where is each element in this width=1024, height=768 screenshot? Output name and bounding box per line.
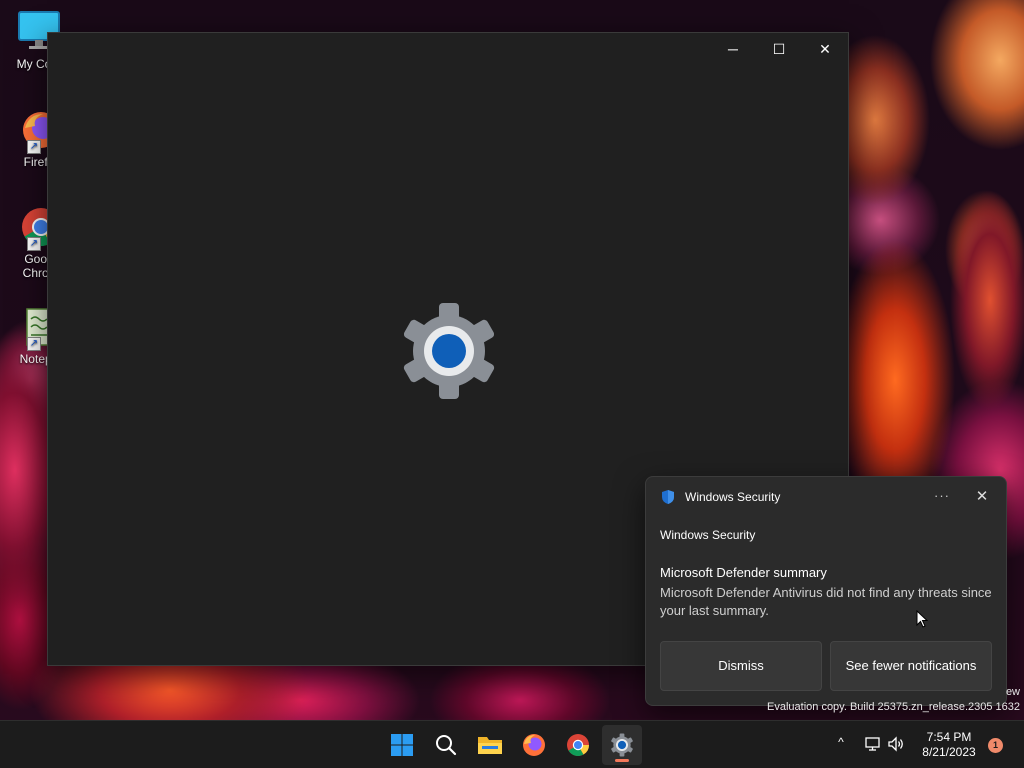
clock-date: 8/21/2023 xyxy=(922,745,976,759)
notification-toast[interactable]: Windows Security ··· ✕ Windows Security … xyxy=(645,476,1007,706)
more-options-button[interactable]: ··· xyxy=(932,487,952,507)
shortcut-arrow-icon: ↗ xyxy=(27,337,41,351)
search-icon xyxy=(436,735,457,756)
maximize-button[interactable]: ☐ xyxy=(756,33,802,65)
window-controls: ─ ☐ ✕ xyxy=(710,33,848,65)
volume-icon[interactable] xyxy=(887,735,905,753)
taskbar: ^ 7:54 PM 8/21/2023 1 xyxy=(0,720,1024,768)
close-button[interactable]: ✕ xyxy=(802,33,848,65)
chrome-icon xyxy=(567,734,589,756)
watermark-text: ew xyxy=(1005,686,1020,698)
toast-subheader: Windows Security xyxy=(660,528,756,542)
system-clock[interactable]: 7:54 PM 8/21/2023 xyxy=(914,730,984,760)
toast-header: Windows Security xyxy=(660,489,780,505)
minimize-button[interactable]: ─ xyxy=(710,33,756,65)
shield-icon xyxy=(662,490,674,504)
taskbar-settings-button[interactable] xyxy=(602,725,642,765)
mouse-cursor-icon xyxy=(916,610,928,628)
dismiss-button[interactable]: Dismiss xyxy=(660,641,822,691)
see-fewer-notifications-button[interactable]: See fewer notifications xyxy=(830,641,992,691)
taskbar-file-explorer-button[interactable] xyxy=(470,725,510,765)
toast-body: Microsoft Defender Antivirus did not fin… xyxy=(660,585,992,618)
shortcut-arrow-icon: ↗ xyxy=(27,140,41,154)
active-app-indicator xyxy=(615,759,629,762)
taskbar-firefox-button[interactable] xyxy=(514,725,554,765)
settings-gear-icon xyxy=(399,301,499,401)
watermark-build-text: Evaluation copy. Build 25375.zn_release.… xyxy=(767,701,1020,713)
clock-time: 7:54 PM xyxy=(926,730,972,744)
toast-app-name: Windows Security xyxy=(685,490,781,504)
show-hidden-icons-button[interactable]: ^ xyxy=(832,735,850,753)
toast-title: Microsoft Defender summary xyxy=(660,565,827,580)
notification-count-badge[interactable]: 1 xyxy=(988,738,1003,753)
network-icon[interactable] xyxy=(864,735,882,753)
taskbar-search-button[interactable] xyxy=(426,725,466,765)
firefox-icon xyxy=(523,734,545,756)
taskbar-chrome-button[interactable] xyxy=(558,725,598,765)
settings-gear-icon xyxy=(611,733,633,757)
toast-close-button[interactable]: ✕ xyxy=(972,487,992,507)
folder-icon xyxy=(478,737,502,754)
shortcut-arrow-icon: ↗ xyxy=(27,237,41,251)
taskbar-start-button[interactable] xyxy=(382,725,422,765)
windows-start-icon xyxy=(391,734,413,756)
